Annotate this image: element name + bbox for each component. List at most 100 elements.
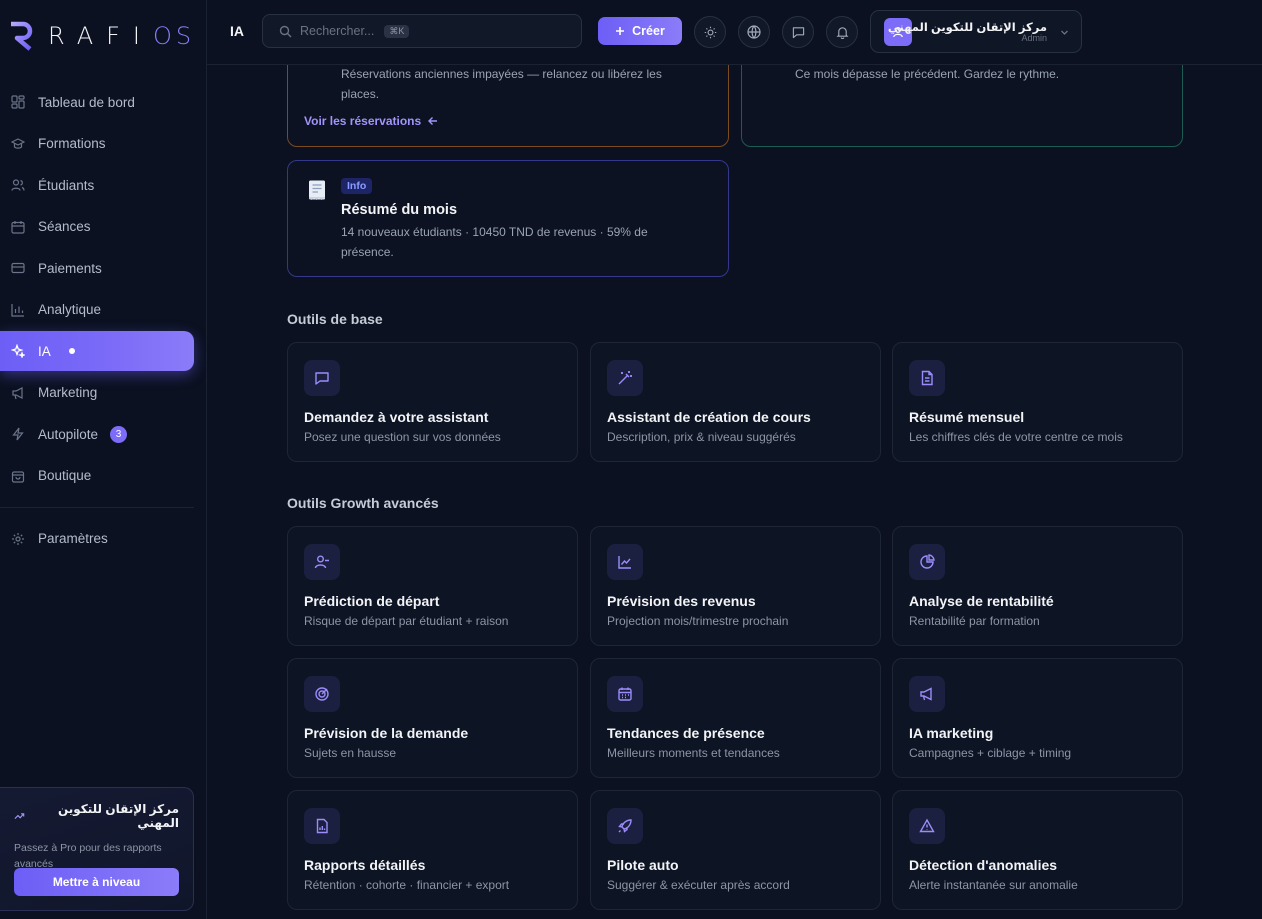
sidebar-item-autopilote[interactable]: Autopilote 3 [0, 414, 194, 454]
sidebar-item-label: Paramètres [38, 531, 108, 546]
tool-card-course-creation[interactable]: Assistant de création de cours Descripti… [590, 342, 881, 462]
tool-card-monthly-summary[interactable]: Résumé mensuel Les chiffres clés de votr… [892, 342, 1183, 462]
tool-description: Risque de départ par étudiant + raison [304, 614, 509, 628]
sidebar-item-label: Séances [38, 219, 91, 234]
tool-title: Demandez à votre assistant [304, 409, 489, 425]
section-title-growth-tools: Outils Growth avancés [287, 495, 439, 511]
tool-card-autopilot[interactable]: Pilote auto Suggérer & exécuter après ac… [590, 790, 881, 910]
sparkles-icon [11, 344, 25, 358]
tool-card-ai-marketing[interactable]: IA marketing Campagnes + ciblage + timin… [892, 658, 1183, 778]
tool-title: Prédiction de départ [304, 593, 440, 609]
receipt-icon [309, 180, 325, 200]
sidebar-item-paiements[interactable]: Paiements [0, 248, 194, 288]
megaphone-icon [12, 386, 23, 399]
message-square-icon [315, 372, 329, 385]
sidebar-item-etudiants[interactable]: Étudiants [0, 165, 194, 205]
sidebar-nav: Tableau de bord Formations Étudiants Séa… [0, 82, 207, 560]
calendar-grid-icon [618, 687, 632, 701]
upgrade-button[interactable]: Mettre à niveau [14, 868, 179, 896]
tool-card-profitability[interactable]: Analyse de rentabilité Rentabilité par f… [892, 526, 1183, 646]
tool-title: Prévision de la demande [304, 725, 469, 741]
magic-wand-icon [618, 371, 632, 385]
sidebar-item-formations[interactable]: Formations [0, 124, 194, 164]
search-input[interactable]: Rechercher... ⌘K [262, 14, 582, 48]
sidebar-item-label: Autopilote [38, 426, 99, 442]
pie-chart-icon [920, 554, 935, 569]
message-square-icon [792, 26, 804, 38]
account-menu[interactable]: مركز الإتقان للتكوين المهني Admin [870, 10, 1082, 53]
tool-description: Alerte instantanée sur anomalie [909, 878, 1078, 892]
plus-icon [616, 27, 625, 35]
search-icon [279, 25, 292, 37]
tool-card-detailed-reports[interactable]: Rapports détaillés Rétention · cohorte ·… [287, 790, 578, 910]
sidebar-item-label: Tableau de bord [38, 94, 135, 110]
sidebar-item-analytique[interactable]: Analytique [0, 290, 194, 330]
tool-card-ask-assistant[interactable]: Demandez à votre assistant Posez une que… [287, 342, 578, 462]
brand-logo[interactable]: RAFIOS [8, 20, 195, 52]
tool-description: Posez une question sur vos données [304, 430, 501, 444]
alert-text: Réservations anciennes impayées — relanc… [341, 67, 662, 101]
shopping-bag-icon [11, 470, 25, 483]
tool-title: Rapports détaillés [304, 857, 426, 873]
sidebar-divider [0, 506, 194, 508]
sidebar-item-dashboard[interactable]: Tableau de bord [0, 82, 194, 122]
messages-button[interactable] [782, 16, 814, 48]
tool-description: Campagnes + ciblage + timing [909, 746, 1072, 760]
tool-title: Pilote auto [607, 857, 679, 873]
tool-card-revenue-forecast[interactable]: Prévision des revenus Projection mois/tr… [590, 526, 881, 646]
active-indicator-dot [68, 348, 75, 354]
notifications-button[interactable] [826, 16, 858, 48]
summary-title: Résumé du mois [341, 202, 458, 218]
rocket-icon [618, 819, 632, 833]
tool-title: Analyse de rentabilité [909, 593, 1054, 609]
language-button[interactable] [738, 16, 770, 48]
tool-card-churn-prediction[interactable]: Prédiction de départ Risque de départ pa… [287, 526, 578, 646]
file-text-icon [921, 370, 933, 386]
promo-title: مركز الإتقان للتكوين المهني [14, 802, 179, 830]
sidebar-item-marketing[interactable]: Marketing [0, 373, 194, 413]
radar-icon [315, 687, 329, 701]
sun-icon [704, 26, 716, 38]
upgrade-promo-card: مركز الإتقان للتكوين المهني Passez à Pro… [0, 787, 194, 911]
megaphone-icon [920, 687, 932, 701]
tool-card-attendance-trends[interactable]: Tendances de présence Meilleurs moments … [590, 658, 881, 778]
theme-toggle-button[interactable] [694, 16, 726, 48]
tool-description: Rentabilité par formation [909, 614, 1040, 628]
tool-description: Description, prix & niveau suggérés [607, 430, 796, 444]
summary-text: 14 nouveaux étudiants · 10450 TND de rev… [341, 225, 648, 259]
alert-triangle-icon [919, 818, 935, 833]
bell-icon [836, 26, 848, 39]
tool-description: Les chiffres clés de votre centre ce moi… [909, 430, 1123, 444]
sidebar-item-boutique[interactable]: Boutique [0, 456, 194, 496]
rafi-logo-icon [8, 21, 33, 51]
credit-card-icon [11, 262, 25, 274]
sidebar-item-seances[interactable]: Séances [0, 207, 194, 247]
top-header: IA Rechercher... ⌘K Créer مركز الإتقان ل… [207, 0, 1262, 65]
tool-card-demand-forecast[interactable]: Prévision de la demande Sujets en hausse [287, 658, 578, 778]
users-icon [11, 179, 25, 191]
tool-title: Résumé mensuel [909, 409, 1025, 425]
chevron-down-icon [1061, 30, 1068, 35]
tool-card-anomaly-detection[interactable]: Détection d'anomalies Alerte instantanée… [892, 790, 1183, 910]
view-reservations-link[interactable]: Voir les réservations [304, 114, 439, 128]
sidebar-item-parametres[interactable]: Paramètres [0, 519, 194, 559]
sidebar-item-label: Étudiants [38, 177, 95, 193]
autopilote-count-badge: 3 [110, 425, 128, 443]
tool-description: Suggérer & exécuter après accord [607, 878, 790, 892]
section-title-base-tools: Outils de base [287, 311, 383, 327]
sidebar: RAFIOS Tableau de bord Formations Étudia… [0, 0, 207, 919]
info-badge: Info [341, 178, 373, 194]
search-shortcut-hint: ⌘K [384, 24, 410, 38]
tool-description: Rétention · cohorte · financier + export [304, 878, 510, 892]
user-minus-icon [314, 555, 329, 569]
tool-title: Assistant de création de cours [607, 409, 811, 425]
sidebar-item-ia[interactable]: IA [0, 331, 194, 371]
arrow-left-icon [428, 117, 438, 125]
sidebar-item-label: Boutique [38, 468, 92, 483]
create-button[interactable]: Créer [598, 17, 682, 45]
tool-title: Prévision des revenus [607, 593, 756, 609]
tool-description: Projection mois/trimestre prochain [607, 614, 789, 628]
account-role: Admin [1021, 33, 1047, 43]
page-title: IA [230, 23, 244, 39]
main-content: Réservations anciennes impayées — relanc… [207, 0, 1262, 919]
